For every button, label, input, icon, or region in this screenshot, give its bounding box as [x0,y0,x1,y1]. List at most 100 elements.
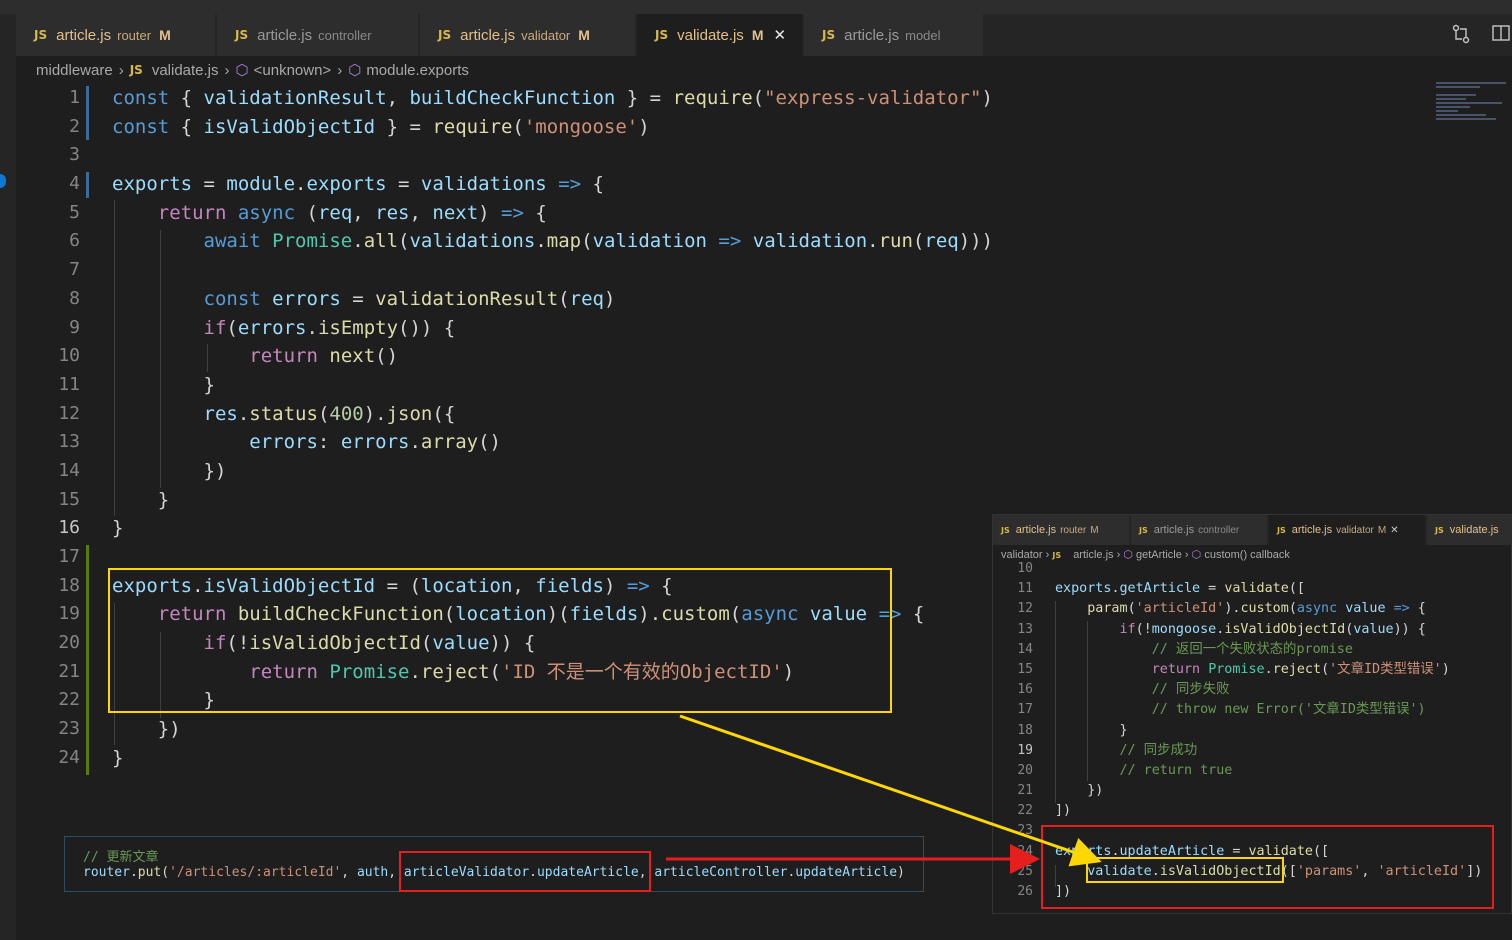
breadcrumb-symbol[interactable]: module.exports [366,62,469,79]
tab-label: article.js [844,26,900,44]
chevron-right-icon: › [337,61,343,79]
close-icon[interactable]: ✕ [1390,525,1398,536]
line-number: 14 [1017,641,1033,657]
line-number: 2 [69,115,80,137]
tab-description: validator [521,27,571,43]
code-line[interactable]: } [1055,721,1505,741]
callout-box-update-article [1041,825,1494,909]
tab-description: controller [1198,524,1240,536]
compare-changes-icon[interactable] [1452,24,1470,44]
code-line[interactable]: // throw new Error('文章ID类型错误') [1055,700,1505,720]
modified-badge: M [751,27,764,43]
line-number: 8 [69,287,80,309]
code-line[interactable]: const errors = validationResult(req) [112,285,1412,314]
code-line[interactable]: return async (req, res, next) => { [112,199,1412,228]
code-line[interactable]: const { validationResult, buildCheckFunc… [112,84,1412,113]
code-line[interactable]: // 返回一个失败状态的promise [1055,640,1505,660]
minimap[interactable] [1436,82,1512,132]
line-number: 13 [58,431,80,453]
callout-box-update-validator [399,851,651,892]
panel-tab-validate[interactable]: JS validate.js [1427,515,1512,545]
code-line[interactable]: } [112,371,1412,400]
code-line[interactable]: } [112,486,1412,515]
code-line[interactable] [112,141,1412,170]
code-line[interactable] [112,256,1412,285]
code-line[interactable]: ]) [1055,801,1505,821]
line-number: 16 [58,517,80,539]
line-number: 10 [58,345,80,367]
code-line[interactable]: // 同步成功 [1055,741,1505,761]
line-number: 20 [1017,762,1033,778]
js-file-icon: JS [1435,525,1444,535]
code-line[interactable]: // 同步失败 [1055,680,1505,700]
code-line[interactable]: param('articleId').custom(async value =>… [1055,599,1505,619]
tab-article-validator[interactable]: JS article.js validator M [420,14,636,56]
code-line[interactable]: exports = module.exports = validations =… [112,170,1412,199]
code-line[interactable]: if(!mongoose.isValidObjectId(value)) { [1055,620,1505,640]
code-line[interactable]: // return true [1055,761,1505,781]
code-line[interactable]: }) [112,457,1412,486]
tab-label: article.js [1291,524,1333,536]
tab-label: article.js [460,26,516,44]
code-line[interactable]: return Promise.reject('文章ID类型错误') [1055,660,1505,680]
close-icon[interactable]: ✕ [773,26,786,44]
code-line[interactable]: res.status(400).json({ [112,400,1412,429]
js-file-icon: JS [34,28,48,42]
line-number: 3 [69,144,80,166]
panel-tab-article-router[interactable]: JS article.js router M [993,515,1129,545]
line-number: 19 [1017,742,1033,758]
tab-description: router [117,27,152,43]
tab-label: validate.js [677,26,744,44]
breadcrumb: middleware › JS validate.js › ⬡ <unknown… [36,58,469,82]
breadcrumb-symbol[interactable]: <unknown> [254,62,332,79]
line-number: 15 [58,488,80,510]
line-number: 12 [58,402,80,424]
code-line[interactable]: errors: errors.array() [112,428,1412,457]
modified-badge: M [159,27,171,43]
modified-badge: M [578,27,590,43]
breadcrumb-folder[interactable]: middleware [36,62,113,79]
line-number: 22 [1017,803,1033,819]
line-number: 15 [1017,661,1033,677]
breadcrumb-file[interactable]: validate.js [152,62,219,79]
code-line[interactable]: exports.getArticle = validate([ [1055,579,1505,599]
code-line[interactable]: const { isValidObjectId } = require('mon… [112,113,1412,142]
line-number: 18 [1017,722,1033,738]
activity-bar [0,14,16,940]
tab-article-model[interactable]: JS article.js model [804,14,984,56]
line-number: 16 [1017,682,1033,698]
js-file-icon: JS [655,28,669,42]
line-number: 7 [69,259,80,281]
line-number: 14 [58,459,80,481]
line-number: 11 [58,373,80,395]
tab-validate-active[interactable]: JS validate.js M ✕ [637,14,803,56]
tab-article-controller[interactable]: JS article.js controller [217,14,419,56]
code-line[interactable]: await Promise.all(validations.map(valida… [112,227,1412,256]
split-editor-icon[interactable] [1492,24,1510,42]
line-number: 10 [1017,561,1033,576]
line-number: 4 [69,173,80,195]
js-file-icon: JS [1001,525,1010,535]
line-number: 12 [1017,601,1033,617]
modified-badge: M [1090,524,1099,536]
tab-label: article.js [257,26,313,44]
panel-tab-article-validator[interactable]: JS article.js validator M ✕ [1269,515,1425,545]
chevron-right-icon: › [224,61,230,79]
tab-article-router[interactable]: JS article.js router M [16,14,216,56]
line-number: 6 [69,230,80,252]
code-line[interactable]: }) [1055,781,1505,801]
tab-label: validate.js [1449,524,1499,536]
panel-tab-article-controller[interactable]: JS article.js controller [1131,515,1267,545]
symbol-icon: ⬡ [235,62,249,79]
modified-badge: M [1377,524,1387,536]
tab-description: model [905,27,941,43]
line-number: 19 [58,603,80,625]
code-line[interactable] [1055,559,1505,579]
snippet-comment: // 更新文章 [83,850,159,865]
line-number: 23 [1017,823,1033,839]
code-line[interactable]: return next() [112,342,1412,371]
line-number: 23 [58,718,80,740]
js-file-icon: JS [438,28,452,42]
code-line[interactable]: if(errors.isEmpty()) { [112,314,1412,343]
tab-description: router [1060,524,1087,536]
